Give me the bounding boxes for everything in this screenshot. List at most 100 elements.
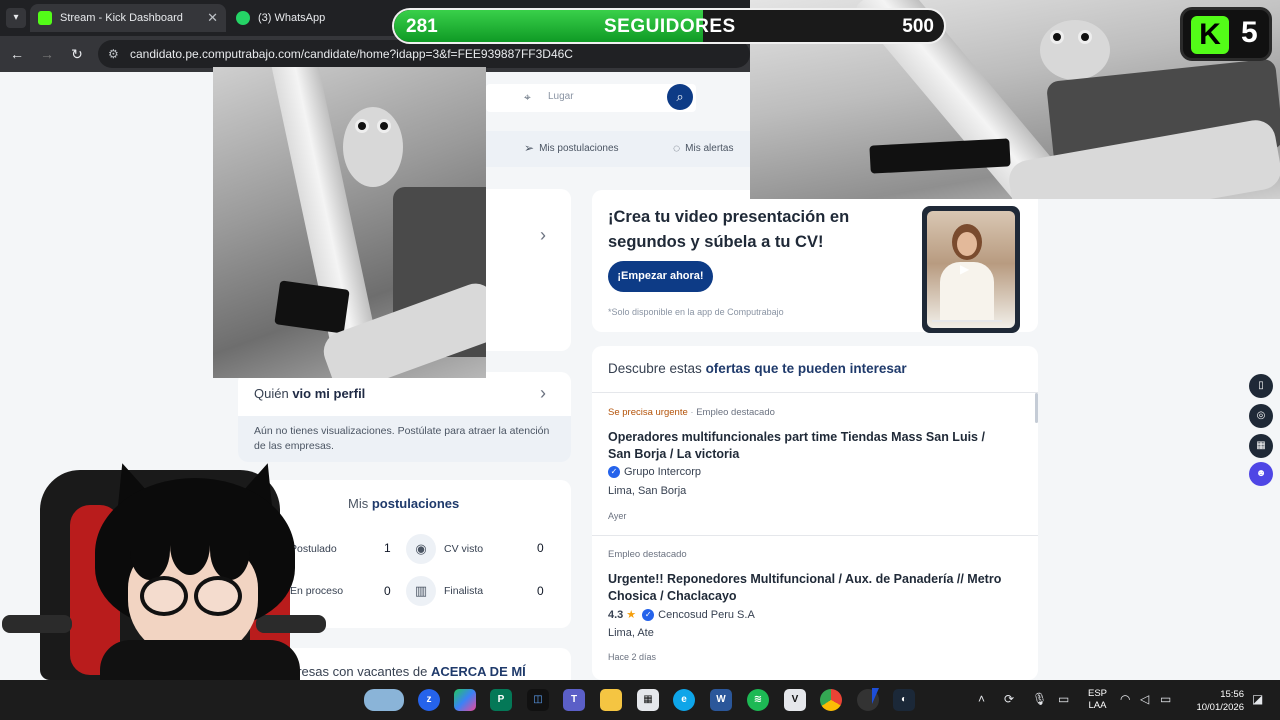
notification-icon[interactable]: ◪ — [1252, 692, 1263, 706]
back-icon[interactable]: ← — [7, 44, 27, 64]
nav-mis-alertas[interactable]: ◌ Mis alertas — [673, 141, 734, 155]
word-icon[interactable]: W — [710, 689, 732, 711]
close-tab-icon[interactable]: ✕ — [207, 10, 218, 26]
rating-value: 4.3 — [608, 608, 624, 621]
microphone-icon[interactable]: 🎙 — [1032, 692, 1047, 706]
grid-icon[interactable]: ▦ — [1249, 434, 1273, 458]
teams-icon[interactable]: T — [563, 689, 585, 711]
keyboard-layout: LAA — [1088, 700, 1107, 711]
tab-search-button[interactable]: ▾ — [6, 8, 26, 28]
wifi-icon[interactable]: ◠ — [1120, 692, 1130, 706]
divider — [592, 535, 1038, 536]
companies-text: presas con vacantes de ACERCA DE MÍ — [290, 664, 526, 679]
location-search-field[interactable]: ⌖ Lugar — [486, 84, 696, 112]
tab-title: (3) WhatsApp — [258, 12, 326, 24]
eye-icon: ◉ — [406, 534, 436, 564]
job-tags: Se precisa urgente · Empleo destacado — [608, 407, 775, 418]
forward-icon[interactable]: → — [37, 44, 57, 64]
edge-icon[interactable]: e — [673, 689, 695, 711]
language-indicator[interactable]: ESP LAA — [1088, 688, 1107, 712]
webcam-feed-left — [213, 67, 486, 378]
chevron-up-icon[interactable]: ˄ — [978, 692, 985, 706]
job-company[interactable]: 4.3 ★ ✓ Cencosud Peru S.A — [608, 608, 755, 621]
app-icon[interactable]: ◫ — [527, 689, 549, 711]
urgent-tag: Se precisa urgente — [608, 407, 688, 418]
nav-label: Mis postulaciones — [539, 142, 619, 154]
stat-value: 0 — [537, 541, 544, 555]
nav-label: Mis alertas — [685, 142, 734, 154]
fingerprint-icon[interactable]: ◎ — [1249, 404, 1273, 428]
volume-icon[interactable]: ◁ — [1140, 692, 1149, 706]
job-posted: Hace 2 días — [608, 652, 657, 662]
candidate-subnav: ➢ Mis postulaciones ◌ Mis alertas — [486, 131, 750, 167]
start-now-button[interactable]: ¡Empezar ahora! — [608, 261, 713, 292]
offers-card — [592, 346, 1038, 680]
stat-finalista[interactable]: ▥ Finalista — [406, 576, 483, 606]
file-explorer-icon[interactable] — [600, 689, 622, 711]
zoom-icon[interactable]: z — [418, 689, 440, 711]
verified-icon: ✓ — [608, 466, 620, 478]
follower-label: SEGUIDORES — [604, 16, 736, 37]
paper-plane-icon: ➢ — [524, 141, 535, 155]
vscode-like-icon[interactable]: V — [784, 689, 806, 711]
play-icon: ▶ — [960, 262, 970, 276]
location-placeholder: Lugar — [548, 91, 574, 102]
reload-icon[interactable]: ↻ — [67, 44, 87, 64]
site-info-icon[interactable]: ⚙ — [108, 40, 119, 68]
job-location: Lima, Ate — [608, 627, 654, 639]
chrome-icon[interactable] — [820, 689, 842, 711]
chevron-right-icon[interactable]: › — [540, 225, 546, 246]
display-icon[interactable]: ▭ — [1058, 692, 1069, 706]
stat-label: En proceso — [290, 585, 344, 597]
verified-icon: ✓ — [642, 608, 655, 621]
star-icon: ★ — [626, 609, 637, 621]
featured-tag: Empleo destacado — [608, 549, 687, 560]
promo-title: ¡Crea tu video presentación en segundos … — [608, 208, 850, 251]
spotify-icon[interactable]: ≋ — [747, 689, 769, 711]
location-pin-icon: ⌖ — [524, 90, 531, 104]
chevron-right-icon[interactable]: › — [540, 383, 546, 404]
chat-bot-icon[interactable]: ☻ — [1249, 462, 1273, 486]
company-name: Grupo Intercorp — [624, 466, 702, 478]
title-bold: postulaciones — [371, 496, 460, 511]
publisher-icon[interactable]: P — [490, 689, 512, 711]
url-text: candidato.pe.computrabajo.com/candidate/… — [130, 47, 573, 61]
clock-date: 10/01/2026 — [1196, 702, 1244, 713]
tab-kick-dashboard[interactable]: Stream - Kick Dashboard ✕ — [30, 4, 226, 32]
sync-icon[interactable]: ⟳ — [1004, 692, 1014, 706]
offers-heading: Descubre estas ofertas que te pueden int… — [608, 361, 907, 376]
offers-scrollbar[interactable] — [1035, 393, 1038, 423]
search-icon: ⌕ — [676, 89, 684, 104]
stat-label: Postulado — [290, 543, 337, 555]
promo-note: *Solo disponible en la app de Computraba… — [608, 307, 784, 317]
store-icon[interactable]: ▦ — [637, 689, 659, 711]
stat-value: 0 — [384, 584, 391, 598]
kick-logo-icon: K — [1191, 16, 1229, 54]
nav-mis-postulaciones[interactable]: ➢ Mis postulaciones — [524, 141, 619, 155]
address-bar[interactable]: ⚙ candidato.pe.computrabajo.com/candidat… — [98, 40, 750, 68]
book-icon[interactable]: ▯ — [1249, 374, 1273, 398]
system-clock[interactable]: 15:56 10/01/2026 — [1190, 688, 1244, 714]
follower-goal: 500 — [902, 16, 934, 37]
kick-badge: K 5 — [1180, 7, 1272, 61]
steam-icon[interactable]: ◐ — [893, 689, 915, 711]
job-company[interactable]: ✓ Grupo Intercorp — [608, 466, 701, 478]
copilot-icon[interactable] — [454, 689, 476, 711]
search-button[interactable]: ⌕ — [667, 84, 693, 110]
kick-icon — [38, 11, 52, 25]
profile-views-note: Aún no tienes visualizaciones. Postúlate… — [238, 416, 571, 462]
clock-time: 15:56 — [1220, 689, 1244, 700]
tab-whatsapp[interactable]: (3) WhatsApp — [228, 4, 388, 32]
text-prefix: presas con vacantes de — [290, 664, 428, 679]
profile-views-title: Quién vio mi perfil — [254, 386, 365, 401]
job-title-link[interactable]: Urgente!! Reponedores Multifuncional / A… — [608, 571, 1008, 605]
tab-title: Stream - Kick Dashboard — [60, 12, 183, 24]
battery-icon[interactable]: ▭ — [1160, 692, 1171, 706]
stat-label: Finalista — [444, 585, 484, 597]
bell-icon: ◌ — [673, 141, 681, 155]
job-title-link[interactable]: Operadores multifuncionales part time Ti… — [608, 429, 1008, 463]
widgets-icon[interactable] — [364, 689, 404, 711]
title-bold: vio mi perfil — [292, 386, 366, 401]
stat-cv-visto[interactable]: ◉ CV visto — [406, 534, 483, 564]
job-tags: Empleo destacado — [608, 549, 687, 560]
